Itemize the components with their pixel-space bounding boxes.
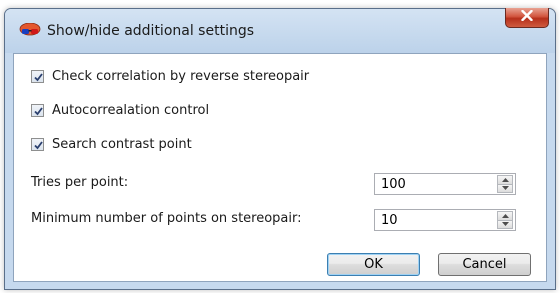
arrow-down-icon: [501, 186, 509, 191]
option-contrast-point[interactable]: Search contrast point: [31, 135, 192, 153]
settings-dialog: Show/hide additional settings Check corr…: [4, 8, 556, 290]
autocorrelation-label: Autocorrealation control: [52, 102, 210, 118]
cancel-button[interactable]: Cancel: [438, 253, 531, 276]
arrow-down-icon: [501, 222, 509, 227]
stereo-glasses-icon: [19, 22, 41, 37]
ok-button[interactable]: OK: [327, 253, 420, 276]
option-autocorrelation[interactable]: Autocorrealation control: [31, 101, 209, 119]
min-points-spinbox[interactable]: [374, 209, 516, 231]
tries-decrement-button[interactable]: [497, 184, 513, 193]
close-icon: [521, 9, 533, 25]
min-points-spinner: [497, 211, 513, 229]
tries-per-point-input[interactable]: [375, 174, 487, 194]
arrow-up-icon: [501, 213, 509, 218]
autocorrelation-checkbox[interactable]: [31, 103, 44, 117]
tries-increment-button[interactable]: [497, 175, 513, 185]
min-points-decrement-button[interactable]: [497, 220, 513, 229]
contrast-point-label: Search contrast point: [52, 136, 192, 152]
min-points-input[interactable]: [375, 210, 487, 230]
reverse-stereopair-label: Check correlation by reverse stereopair: [52, 68, 310, 84]
contrast-point-checkbox[interactable]: [31, 137, 44, 151]
dialog-title: Show/hide additional settings: [47, 23, 255, 39]
dialog-content: Check correlation by reverse stereopair …: [13, 53, 547, 282]
option-reverse-stereopair[interactable]: Check correlation by reverse stereopair: [31, 67, 309, 85]
reverse-stereopair-checkbox[interactable]: [31, 69, 44, 83]
tries-per-point-label: Tries per point:: [31, 175, 129, 190]
title-bar[interactable]: Show/hide additional settings: [5, 8, 555, 53]
close-button[interactable]: [505, 8, 549, 28]
tries-per-point-spinner: [497, 175, 513, 193]
min-points-increment-button[interactable]: [497, 211, 513, 221]
min-points-label: Minimum number of points on stereopair:: [31, 211, 302, 226]
tries-per-point-spinbox[interactable]: [374, 173, 516, 195]
arrow-up-icon: [501, 177, 509, 182]
